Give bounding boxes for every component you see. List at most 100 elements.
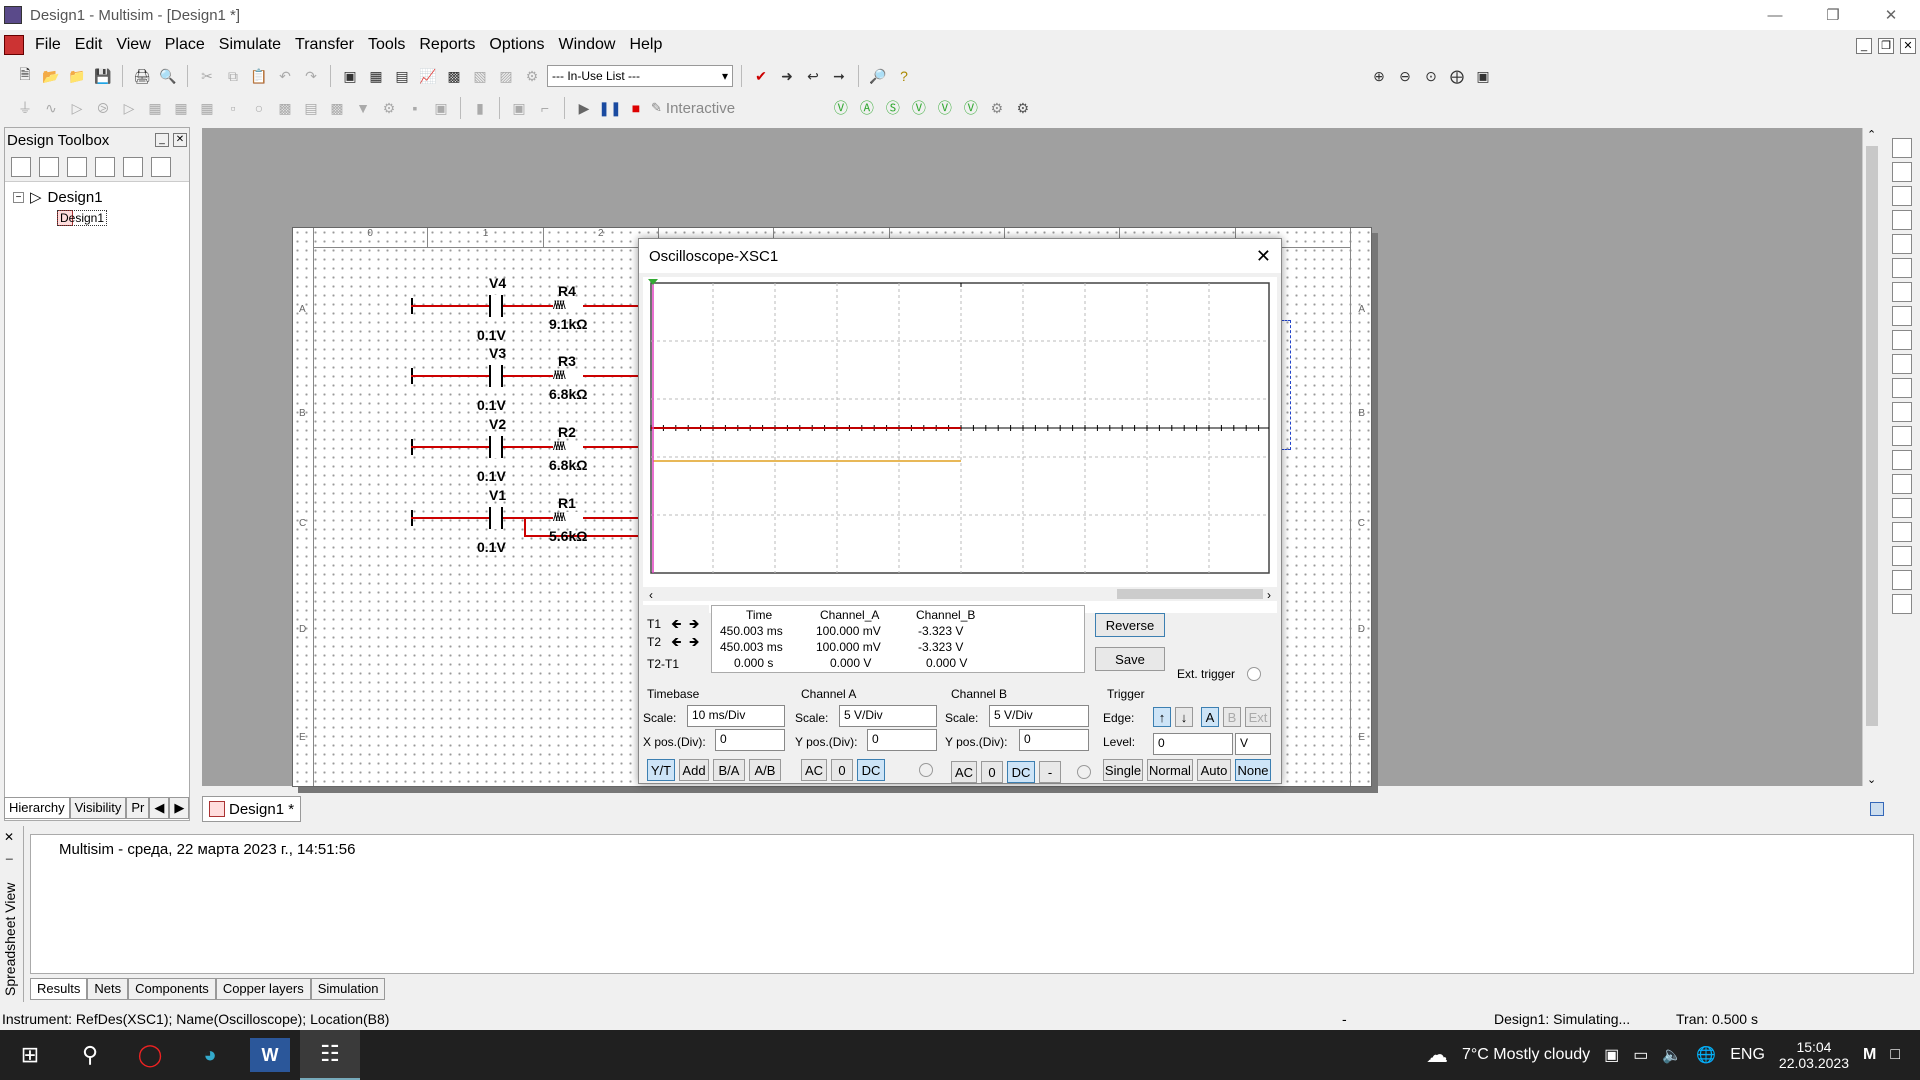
scroll-down-icon[interactable]: ⌄ [1867,773,1876,786]
place-electromech-icon[interactable]: ⚙ [378,97,400,119]
weather-text[interactable]: 7°C Mostly cloudy [1462,1046,1590,1064]
trigger-normal-button[interactable]: Normal [1147,759,1193,781]
trigger-auto-button[interactable]: Auto [1197,759,1231,781]
print-icon[interactable]: 🖨 [131,65,153,87]
screen-scrollbar-thumb[interactable] [1117,589,1263,599]
place-analog-icon[interactable]: ▷ [118,97,140,119]
probe-digital-icon[interactable]: Ⓥ [960,97,982,119]
results-log[interactable]: Multisim - среда, 22 марта 2023 г., 14:5… [30,834,1914,974]
network-analyzer-icon[interactable] [1892,450,1912,470]
battery-icon[interactable] [489,507,503,529]
toolbox-visibility-icon[interactable] [151,156,171,177]
save-button[interactable]: Save [1095,647,1165,671]
toolbox-minimize-button[interactable]: _ [155,133,169,147]
opera-icon[interactable]: ◯ [120,1030,180,1080]
oscilloscope-screen[interactable]: ‹ › [643,277,1277,613]
trigger-level-field[interactable]: 0 [1153,733,1233,755]
probe-ref-icon[interactable]: Ⓥ [934,97,956,119]
help-icon[interactable]: ? [893,65,915,87]
search-icon[interactable]: ⚲ [60,1030,120,1080]
menu-simulate[interactable]: Simulate [212,36,288,54]
toolbox-save-icon[interactable] [67,156,87,177]
collapse-icon[interactable]: − [13,191,24,203]
tab-scroll-left-icon[interactable]: ◀ [149,797,170,819]
menu-options[interactable]: Options [482,36,551,54]
place-indicator-icon[interactable]: ○ [248,97,270,119]
tab-components[interactable]: Components [128,978,216,1000]
battery-label[interactable]: V4 [489,275,506,291]
add-mode-button[interactable]: Add [679,759,709,781]
rising-edge-icon[interactable]: ↑ [1153,707,1171,727]
annotate-icon[interactable]: ⚙ [521,65,543,87]
channel-a-scale-field[interactable]: 5 V/Div [839,705,937,727]
place-connector-icon[interactable]: ▣ [430,97,452,119]
resistor-icon[interactable]: /\/\/\/\ [553,512,583,522]
grapher-icon[interactable]: 📈 [417,65,439,87]
menu-edit[interactable]: Edit [68,36,110,54]
tab-project[interactable]: Pr [126,797,150,819]
language-indicator[interactable]: ENG [1730,1046,1765,1064]
place-rf-icon[interactable]: ▼ [352,97,374,119]
logic-analyzer-icon[interactable] [1892,354,1912,374]
wire[interactable] [583,375,643,377]
zoom-in-icon[interactable]: ⊕ [1368,65,1390,87]
redo-icon[interactable]: ↷ [300,65,322,87]
menu-place[interactable]: Place [158,36,212,54]
oscilloscope-titlebar[interactable]: Oscilloscope-XSC1 ✕ [639,239,1281,273]
battery-tray-icon[interactable]: ▭ [1633,1045,1648,1065]
channel-a-ypos-field[interactable]: 0 [867,729,937,751]
channel-b-zero-button[interactable]: 0 [981,761,1003,783]
close-icon[interactable]: ✕ [1256,246,1271,267]
erc-icon[interactable]: ✔ [750,65,772,87]
spectrum-analyzer-icon[interactable] [1892,426,1912,446]
workspace-scrollbar[interactable]: ⌃ ⌄ [1862,128,1880,786]
toolbox-open-icon[interactable] [39,156,59,177]
bode-plotter-icon[interactable] [1892,258,1912,278]
resistor-label[interactable]: R2 [558,424,576,440]
windows-start-icon[interactable]: ⊞ [0,1030,60,1080]
battery-label[interactable]: V2 [489,416,506,432]
menu-help[interactable]: Help [622,36,669,54]
labview-instrument-icon[interactable] [1892,570,1912,590]
place-misc-icon[interactable]: ▤ [300,97,322,119]
close-button[interactable]: ✕ [1862,0,1920,30]
timebase-xpos-field[interactable]: 0 [715,729,785,751]
new-icon[interactable]: 🗎 [14,65,36,87]
channel-b-ypos-field[interactable]: 0 [1019,729,1089,751]
zoom-fit-icon[interactable]: ⨁ [1446,65,1468,87]
word-generator-icon[interactable] [1892,306,1912,326]
toolbox-new-sheet-icon[interactable] [95,156,115,177]
distortion-analyzer-icon[interactable] [1892,402,1912,422]
undo-icon[interactable]: ↶ [274,65,296,87]
place-bus-icon[interactable]: ▮ [469,97,491,119]
multisim-taskbar-icon[interactable]: ☷ [300,1030,360,1080]
probe-diff-icon[interactable]: Ⓥ [908,97,930,119]
falling-edge-icon[interactable]: ↓ [1175,707,1193,727]
place-mcu-icon[interactable]: ▪ [404,97,426,119]
t2-right-arrow-icon[interactable]: 🡺 [689,633,700,655]
scroll-left-icon[interactable]: ‹ [649,588,653,602]
channel-a-terminal[interactable] [919,763,933,777]
save-icon[interactable]: 💾 [92,65,114,87]
resistor-icon[interactable]: /\/\/\/\ [553,300,583,310]
tray-device-icon[interactable]: ▣ [1604,1045,1619,1065]
timebase-scale-field[interactable]: 10 ms/Div [687,705,785,727]
in-use-list-dropdown[interactable]: --- In-Use List --- ▾ [547,65,733,87]
menu-reports[interactable]: Reports [412,36,482,54]
cut-icon[interactable]: ✂ [196,65,218,87]
tab-hierarchy[interactable]: Hierarchy [4,797,70,819]
channel-b-dc-button[interactable]: DC [1007,761,1035,783]
menu-window[interactable]: Window [552,36,623,54]
gear-icon[interactable]: ⚙ [1012,97,1034,119]
place-mixed-icon[interactable]: ▫ [222,97,244,119]
place-cmos-icon[interactable]: ▦ [170,97,192,119]
trigger-single-button[interactable]: Single [1103,759,1143,781]
yt-mode-button[interactable]: Y/T [647,759,675,781]
tektronix-oscilloscope-icon[interactable] [1892,546,1912,566]
probe-voltage-icon[interactable]: Ⓥ [830,97,852,119]
toolbox-close-button[interactable]: ✕ [173,133,187,147]
document-tab[interactable]: Design1 * [202,796,302,822]
open-icon[interactable]: 📂 [40,65,62,87]
document-icon[interactable] [4,35,24,55]
trigger-ext-button[interactable]: Ext [1245,707,1271,727]
